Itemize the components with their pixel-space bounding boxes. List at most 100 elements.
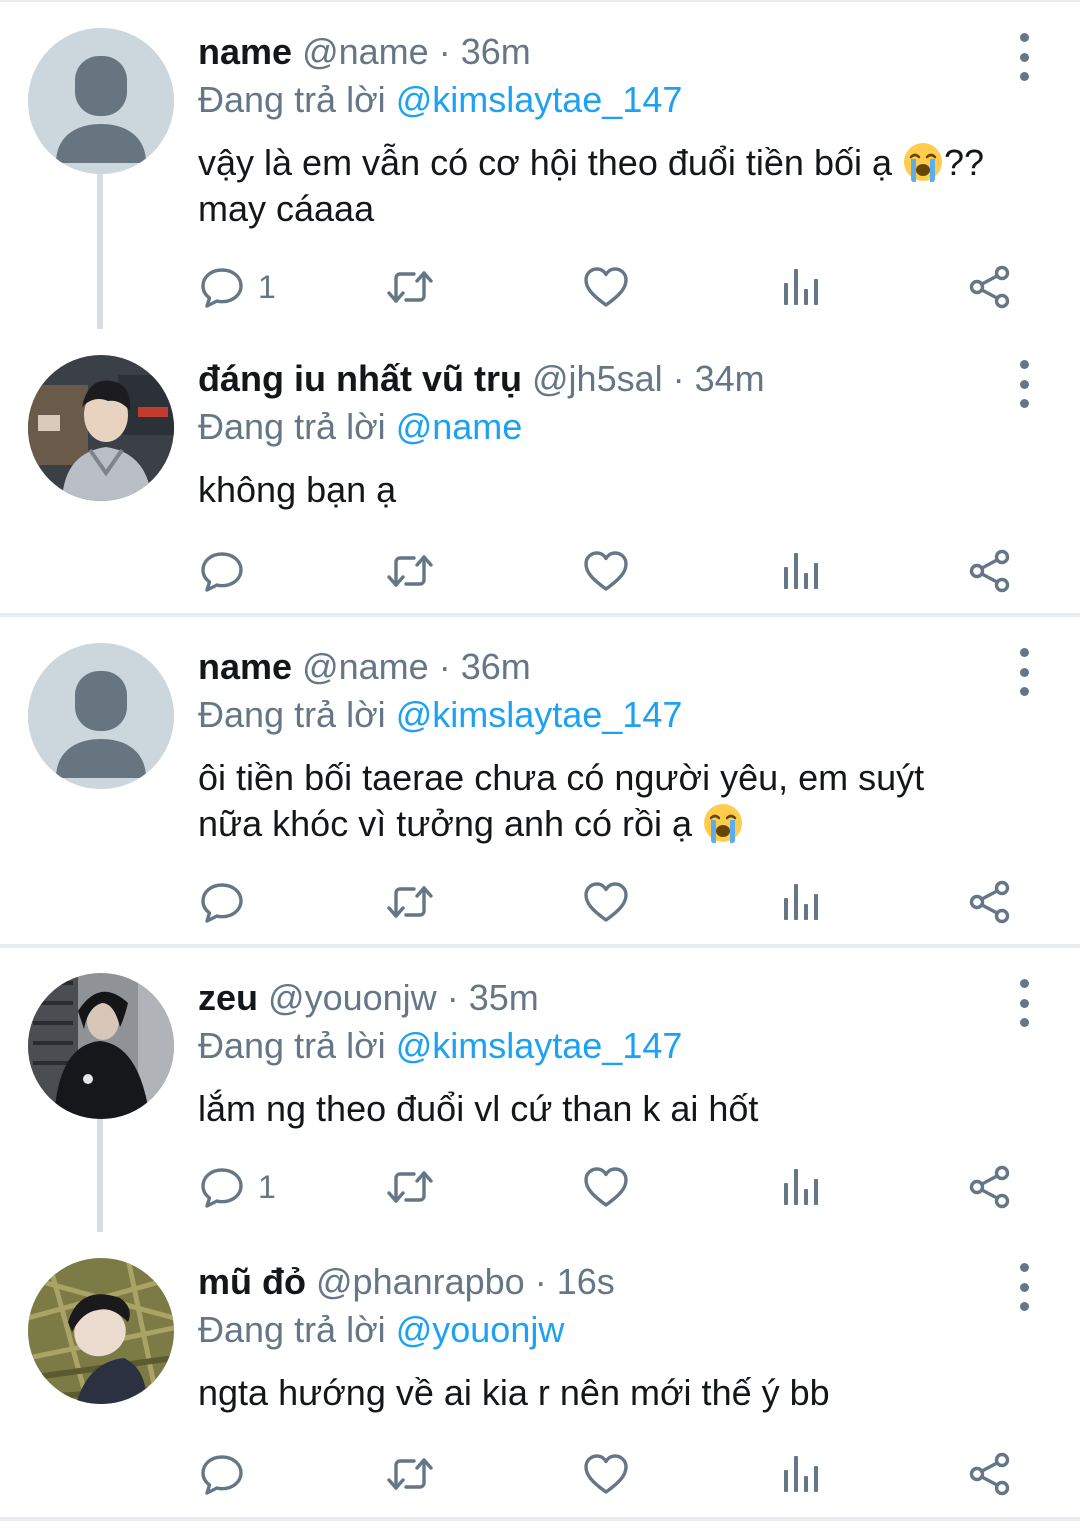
crying-face-emoji-icon <box>702 802 744 844</box>
user-handle[interactable]: @jh5sal <box>532 358 663 399</box>
display-name[interactable]: đáng iu nhất vũ trụ <box>198 358 522 399</box>
retweet-icon <box>386 263 434 311</box>
replying-to-label: Đang trả lời <box>198 1309 386 1350</box>
share-button[interactable] <box>966 1450 1014 1498</box>
tweet-2[interactable]: đáng iu nhất vũ trụ @jh5sal · 34m Đang t… <box>0 329 1080 613</box>
heart-icon <box>582 263 630 311</box>
share-icon <box>966 263 1014 311</box>
bar-chart-icon <box>776 878 824 926</box>
retweet-button[interactable] <box>386 547 434 595</box>
share-button[interactable] <box>966 1163 1014 1211</box>
user-handle[interactable]: @youonjw <box>268 977 437 1018</box>
replying-to: Đang trả lời @kimslaytae_147 <box>198 78 682 122</box>
like-button[interactable] <box>582 1163 630 1211</box>
reply-icon <box>198 1163 246 1211</box>
display-name[interactable]: mũ đỏ <box>198 1261 306 1302</box>
replying-to-label: Đang trả lời <box>198 1025 386 1066</box>
replying-to-handle[interactable]: @kimslaytae_147 <box>396 694 683 735</box>
reply-count: 1 <box>258 1168 276 1205</box>
analytics-button[interactable] <box>776 1450 824 1498</box>
replying-to-label: Đang trả lời <box>198 406 386 447</box>
separator-dot: · <box>438 646 451 687</box>
replying-to-handle[interactable]: @youonjw <box>396 1309 565 1350</box>
tweet-actions <box>198 878 1018 926</box>
tweet-1[interactable]: name @name · 36m Đang trả lời @kimslayta… <box>0 2 1080 329</box>
share-icon <box>966 1163 1014 1211</box>
thread-connector <box>97 1118 103 1232</box>
tweet-actions <box>198 547 1018 595</box>
retweet-icon <box>386 878 434 926</box>
bar-chart-icon <box>776 263 824 311</box>
separator-dot: · <box>672 358 685 399</box>
share-icon <box>966 547 1014 595</box>
bar-chart-icon <box>776 547 824 595</box>
retweet-button[interactable] <box>386 263 434 311</box>
replying-to-handle[interactable]: @kimslaytae_147 <box>396 79 683 120</box>
tweet-header: name @name · 36m <box>198 30 531 74</box>
like-button[interactable] <box>582 878 630 926</box>
more-options-icon[interactable] <box>1012 360 1036 408</box>
replying-to: Đang trả lời @kimslaytae_147 <box>198 1024 682 1068</box>
user-handle[interactable]: @phanrapbo <box>316 1261 525 1302</box>
share-button[interactable] <box>966 547 1014 595</box>
analytics-button[interactable] <box>776 878 824 926</box>
like-button[interactable] <box>582 263 630 311</box>
tweet-4[interactable]: zeu @youonjw · 35m Đang trả lời @kimslay… <box>0 948 1080 1232</box>
avatar-photo[interactable] <box>28 1258 174 1404</box>
avatar-default[interactable] <box>28 28 174 174</box>
reply-icon <box>198 1450 246 1498</box>
more-options-icon[interactable] <box>1012 648 1036 696</box>
more-options-icon[interactable] <box>1012 1263 1036 1311</box>
retweet-button[interactable] <box>386 878 434 926</box>
replying-to: Đang trả lời @kimslaytae_147 <box>198 693 682 737</box>
separator-dot: · <box>438 31 451 72</box>
reply-button[interactable] <box>198 878 258 926</box>
avatar-photo[interactable] <box>28 973 174 1119</box>
crying-face-emoji-icon <box>902 141 944 183</box>
tweet-header: name @name · 36m <box>198 645 531 689</box>
tweet-text: không bạn ạ <box>198 469 397 510</box>
retweet-button[interactable] <box>386 1450 434 1498</box>
timestamp[interactable]: 35m <box>469 977 539 1018</box>
display-name[interactable]: name <box>198 31 292 72</box>
tweet-text-part: ?? <box>944 142 985 183</box>
analytics-button[interactable] <box>776 263 824 311</box>
tweet-actions <box>198 1450 1018 1498</box>
heart-icon <box>582 1450 630 1498</box>
user-handle[interactable]: @name <box>302 646 429 687</box>
display-name[interactable]: zeu <box>198 977 258 1018</box>
tweet-actions: 1 <box>198 1163 1018 1211</box>
like-button[interactable] <box>582 1450 630 1498</box>
tweet-header: zeu @youonjw · 35m <box>198 976 539 1020</box>
tweet-text: lắm ng theo đuổi vl cứ than k ai hốt <box>198 1088 759 1129</box>
timestamp[interactable]: 36m <box>461 646 531 687</box>
share-button[interactable] <box>966 263 1014 311</box>
reply-button[interactable]: 1 <box>198 1163 276 1211</box>
timestamp[interactable]: 34m <box>695 358 765 399</box>
replying-to-handle[interactable]: @name <box>396 406 523 447</box>
more-options-icon[interactable] <box>1012 33 1036 81</box>
avatar-default[interactable] <box>28 643 174 789</box>
like-button[interactable] <box>582 547 630 595</box>
tweet-text: ngta hướng về ai kia r nên mới thế ý bb <box>198 1372 830 1413</box>
tweet-3[interactable]: name @name · 36m Đang trả lời @kimslayta… <box>0 617 1080 944</box>
more-options-icon[interactable] <box>1012 979 1036 1027</box>
replying-to-handle[interactable]: @kimslaytae_147 <box>396 1025 683 1066</box>
timestamp[interactable]: 16s <box>557 1261 615 1302</box>
analytics-button[interactable] <box>776 547 824 595</box>
reply-button[interactable]: 1 <box>198 263 276 311</box>
tweet-text-line: may cáaaa <box>198 188 375 229</box>
retweet-button[interactable] <box>386 1163 434 1211</box>
display-name[interactable]: name <box>198 646 292 687</box>
timestamp[interactable]: 36m <box>461 31 531 72</box>
tweet-header: đáng iu nhất vũ trụ @jh5sal · 34m <box>198 357 765 401</box>
avatar-photo[interactable] <box>28 355 174 501</box>
divider <box>0 1517 1080 1521</box>
tweet-5[interactable]: mũ đỏ @phanrapbo · 16s Đang trả lời @you… <box>0 1232 1080 1517</box>
reply-button[interactable] <box>198 1450 258 1498</box>
user-handle[interactable]: @name <box>302 31 429 72</box>
analytics-button[interactable] <box>776 1163 824 1211</box>
reply-button[interactable] <box>198 547 258 595</box>
share-button[interactable] <box>966 878 1014 926</box>
heart-icon <box>582 547 630 595</box>
